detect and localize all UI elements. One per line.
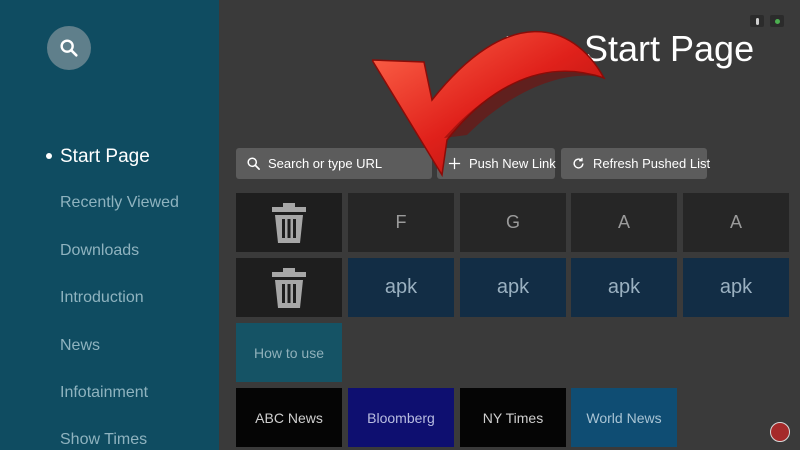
- sidebar-item-label: Infotainment: [60, 384, 149, 401]
- sidebar: Start Page Recently Viewed Downloads Int…: [0, 0, 219, 450]
- main-content: TV - Start Page Search or type URL Push …: [219, 0, 800, 450]
- delete-row-button[interactable]: [236, 258, 342, 317]
- tile-label: Bloomberg: [367, 409, 435, 426]
- sidebar-item-news[interactable]: News: [60, 337, 100, 355]
- push-new-link-label: Push New Link: [469, 156, 556, 171]
- trash-icon: [272, 267, 306, 308]
- apk-tile[interactable]: apk: [348, 258, 454, 317]
- sidebar-item-downloads[interactable]: Downloads: [60, 242, 139, 260]
- sidebar-item-recently-viewed[interactable]: Recently Viewed: [60, 194, 179, 212]
- tile-label: How to use: [253, 344, 325, 361]
- sidebar-item-label: Start Page: [60, 146, 150, 167]
- search-icon: [247, 157, 260, 170]
- apk-tile[interactable]: apk: [460, 258, 566, 317]
- search-icon: [60, 39, 78, 57]
- tile-label: apk: [384, 276, 418, 298]
- refresh-pushed-list-button[interactable]: Refresh Pushed List: [561, 148, 711, 179]
- tile-label: NY Times: [482, 409, 544, 426]
- microphone-icon: [750, 15, 764, 27]
- bookmark-tile[interactable]: A: [683, 193, 789, 252]
- apk-tile[interactable]: apk: [571, 258, 677, 317]
- connection-status-icon: [770, 15, 784, 27]
- sidebar-item-introduction[interactable]: Introduction: [60, 289, 144, 307]
- page-title: TV - Start Page: [506, 28, 755, 69]
- ny-times-tile[interactable]: NY Times: [460, 388, 566, 447]
- world-news-tile[interactable]: World News: [571, 388, 677, 447]
- sidebar-item-label: Recently Viewed: [60, 194, 179, 211]
- tile-label: G: [505, 212, 520, 232]
- delete-row-button[interactable]: [236, 193, 342, 252]
- sidebar-item-infotainment[interactable]: Infotainment: [60, 384, 148, 402]
- tile-label: apk: [496, 276, 530, 298]
- apk-tile[interactable]: apk: [683, 258, 789, 317]
- tile-label: World News: [586, 409, 662, 426]
- abc-news-tile[interactable]: ABC News: [236, 388, 342, 447]
- bloomberg-tile[interactable]: Bloomberg: [348, 388, 454, 447]
- search-url-input[interactable]: Search or type URL: [236, 148, 432, 179]
- push-new-link-button[interactable]: Push New Link: [437, 148, 556, 179]
- logo-watermark-icon: [770, 422, 790, 442]
- plus-icon: [448, 157, 461, 170]
- tile-label: F: [395, 212, 407, 232]
- bookmark-tile[interactable]: A: [571, 193, 677, 252]
- how-to-use-tile[interactable]: How to use: [236, 323, 342, 382]
- sidebar-item-label: News: [60, 337, 101, 354]
- sidebar-item-start-page[interactable]: Start Page: [46, 146, 150, 168]
- active-bullet-icon: [46, 153, 52, 159]
- refresh-pushed-list-label: Refresh Pushed List: [593, 156, 711, 171]
- tile-label: apk: [607, 276, 641, 298]
- sidebar-item-label: Downloads: [60, 242, 140, 259]
- sidebar-item-show-times[interactable]: Show Times: [60, 431, 147, 449]
- trash-icon: [272, 202, 306, 243]
- tile-label: apk: [719, 276, 753, 298]
- bookmark-tile[interactable]: G: [460, 193, 566, 252]
- tile-label: ABC News: [255, 409, 323, 426]
- search-button[interactable]: [47, 26, 91, 70]
- bookmark-tile[interactable]: F: [348, 193, 454, 252]
- tile-label: A: [617, 212, 630, 232]
- sidebar-item-label: Show Times: [60, 431, 148, 448]
- sidebar-item-label: Introduction: [60, 289, 144, 306]
- tile-label: A: [729, 212, 742, 232]
- status-bar: [750, 15, 784, 27]
- refresh-icon: [573, 157, 584, 169]
- search-placeholder: Search or type URL: [268, 156, 383, 171]
